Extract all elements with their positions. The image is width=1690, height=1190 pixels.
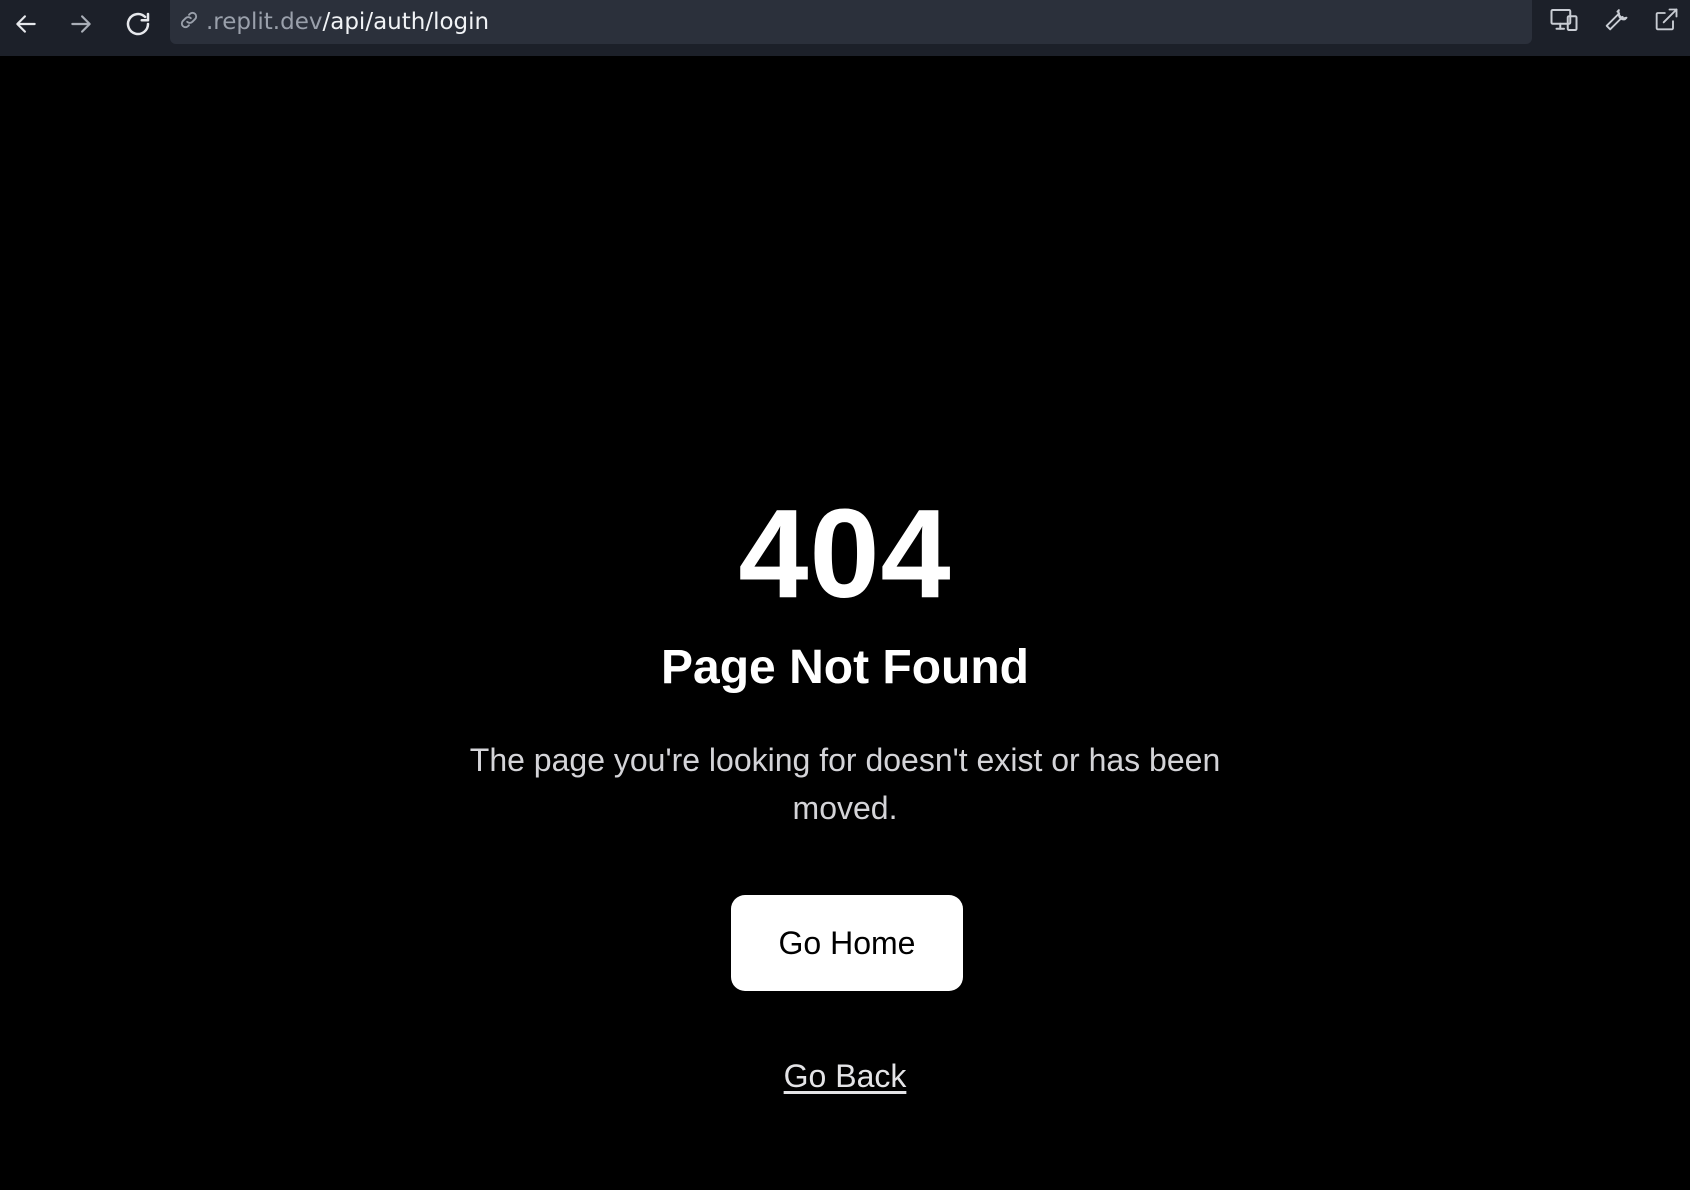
error-message: The page you're looking for doesn't exis…: [469, 742, 1221, 826]
link-icon: [178, 9, 200, 36]
back-button[interactable]: [6, 4, 46, 44]
browser-toolbar: .replit.dev/api/auth/login: [0, 0, 1690, 56]
devices-icon: [1549, 5, 1579, 35]
go-back-link[interactable]: Go Back: [784, 1058, 907, 1094]
arrow-right-icon: [68, 11, 94, 37]
reload-button[interactable]: [118, 4, 158, 44]
go-back-container: Go Back: [0, 1056, 1690, 1096]
devices-button[interactable]: [1544, 0, 1584, 40]
url-host: .replit.dev: [206, 9, 323, 35]
error-code: 404: [738, 483, 952, 624]
wrench-icon: [1602, 6, 1630, 34]
reload-icon: [123, 9, 153, 39]
forward-button[interactable]: [61, 4, 101, 44]
open-external-button[interactable]: [1646, 0, 1686, 40]
page-title: Page Not Found: [661, 641, 1029, 694]
address-bar[interactable]: .replit.dev/api/auth/login: [170, 0, 1532, 44]
url-path: /api/auth/login: [322, 9, 490, 35]
page-content: 404 Page Not Found The page you're looki…: [0, 56, 1690, 1190]
go-home-button[interactable]: Go Home: [731, 895, 963, 991]
arrow-left-icon: [13, 11, 39, 37]
external-link-icon: [1652, 6, 1680, 34]
devtools-button[interactable]: [1596, 0, 1636, 40]
